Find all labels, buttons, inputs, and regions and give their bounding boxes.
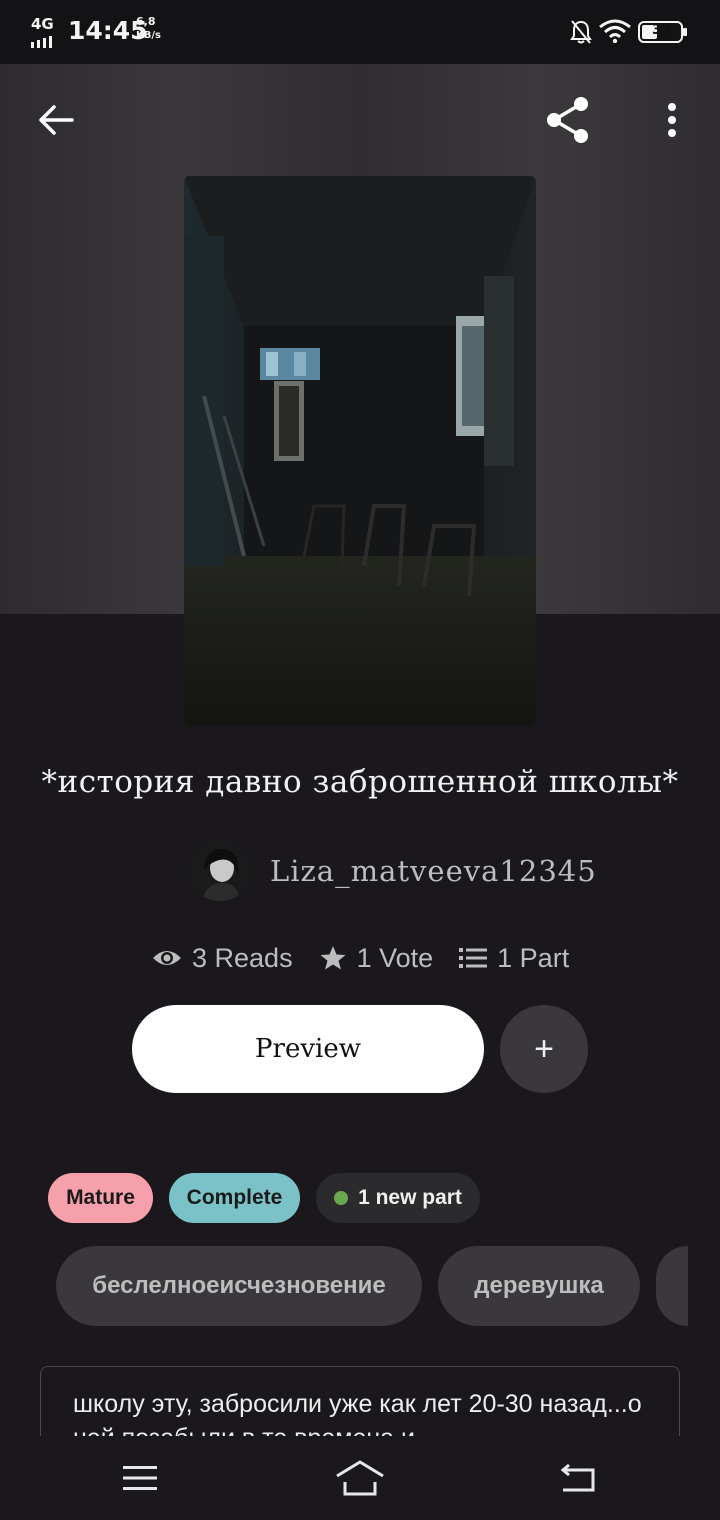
author-avatar[interactable] [190, 841, 250, 901]
votes-count: 1 Vote [356, 942, 434, 973]
share-icon [547, 97, 588, 143]
new-part-badge: 1 new part [316, 1173, 480, 1223]
complete-badge: Complete [169, 1173, 300, 1223]
story-title: *история давно заброшенной школы* [41, 764, 679, 800]
story-cover-image[interactable] [184, 176, 536, 726]
back-button[interactable] [28, 92, 84, 148]
more-options-button[interactable] [650, 94, 694, 146]
description-text: школу эту, забросили уже как лет 20-30 н… [73, 1390, 642, 1437]
story-description: школу эту, забросили уже как лет 20-30 н… [40, 1366, 680, 1437]
share-button[interactable] [538, 90, 598, 150]
reads-count: 3 Reads [192, 942, 293, 973]
star-icon [320, 946, 346, 970]
parts-count: 1 Part [497, 942, 570, 973]
story-stats: 3 Reads 1 Vote 1 Part [152, 936, 595, 980]
new-part-dot [334, 1191, 349, 1205]
network-speed-value: 6,8 [136, 15, 156, 28]
more-vertical-icon [668, 103, 676, 137]
preview-button[interactable]: Preview [132, 1005, 484, 1093]
bell-off-icon [570, 19, 592, 49]
menu-icon [123, 1466, 157, 1490]
reads-stat: 3 Reads [152, 943, 293, 974]
home-icon [336, 1460, 384, 1496]
arrow-left-icon [39, 105, 74, 135]
parts-stat: 1 Part [459, 943, 569, 974]
system-back-button[interactable] [548, 1436, 608, 1520]
battery-level: 37 [652, 22, 672, 38]
network-type: 4G [31, 15, 54, 33]
network-speed-unit: KB/s [136, 30, 161, 41]
tag-chip-partial[interactable] [656, 1246, 688, 1326]
wifi-icon [598, 19, 632, 47]
signal-icon [31, 33, 53, 52]
plus-icon: + [534, 1029, 554, 1068]
eye-icon [153, 951, 181, 965]
votes-stat: 1 Vote [319, 942, 434, 974]
author-name[interactable]: Liza_matveeva12345 [270, 854, 597, 888]
list-icon [459, 948, 488, 968]
new-part-label: 1 new part [358, 1186, 462, 1209]
mature-badge: Mature [48, 1173, 153, 1223]
add-to-library-button[interactable]: + [500, 1005, 588, 1093]
back-icon [560, 1463, 595, 1492]
home-button[interactable] [330, 1436, 390, 1520]
tag-chip[interactable]: беслелноеисчезновение [56, 1246, 422, 1326]
system-nav-bar [0, 1436, 720, 1520]
status-bar: 4G 14:45 6,8 KB/s 37 [0, 0, 720, 64]
author-row[interactable]: Liza_matveeva12345 [190, 840, 597, 902]
tag-chip[interactable]: деревушка [438, 1246, 640, 1326]
recent-apps-button[interactable] [110, 1436, 170, 1520]
